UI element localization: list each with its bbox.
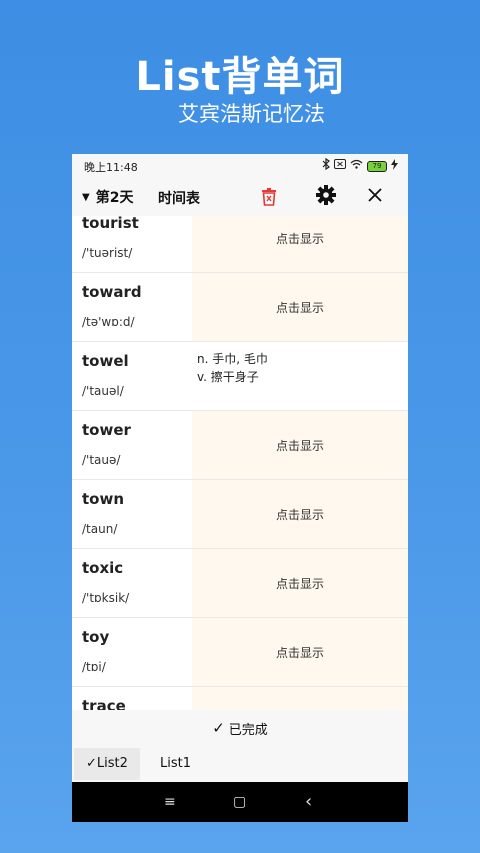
meaning-panel[interactable]: 点击显示 [192, 618, 408, 686]
done-label: 已完成 [228, 722, 268, 738]
word-text: toxic [82, 559, 124, 577]
meaning-panel[interactable]: 点击显示 [192, 687, 408, 710]
no-sim-icon [334, 159, 346, 173]
reveal-meaning-label: 点击显示 [275, 508, 324, 522]
phone-screen: 晚上11:48 79 ▼ 第2天 时间表 tourist /'tuərist/ … [72, 154, 408, 822]
reveal-meaning-label: 点击显示 [275, 577, 324, 591]
word-text: tower [82, 421, 131, 439]
word-row: trace 点击显示 [72, 687, 408, 710]
reveal-meaning-label: 点击显示 [275, 301, 324, 315]
bluetooth-icon [322, 157, 330, 174]
reveal-meaning-label: 点击显示 [275, 646, 324, 660]
check-icon: ✓ [86, 756, 97, 771]
tab-label: List1 [160, 756, 191, 771]
meaning-panel[interactable]: 点击显示 [192, 216, 408, 272]
wifi-icon [350, 159, 363, 173]
word-phonetic: /taun/ [82, 522, 118, 536]
word-row: tourist /'tuərist/点击显示 [72, 216, 408, 273]
trash-icon [262, 188, 276, 206]
charging-icon [391, 158, 398, 174]
gear-icon [316, 185, 336, 205]
list-title: 时间表 [158, 191, 200, 207]
word-row: tower /'tauə/点击显示 [72, 411, 408, 480]
tab-list1[interactable]: List1 [148, 748, 203, 780]
word-list-inner: tourist/'tuərist/点击显示 toward/tə'wɒ:d/点击显示… [72, 216, 408, 710]
menu-icon[interactable]: ≡ [164, 792, 176, 812]
back-icon[interactable]: ‹ [305, 792, 312, 812]
word-text: town [82, 490, 125, 508]
word-text: trace [82, 697, 126, 710]
meaning-line: n. 手巾, 毛巾 [197, 352, 268, 366]
settings-button[interactable] [316, 185, 338, 207]
day-label: 第2天 [95, 190, 134, 206]
word-row: town/taun/点击显示 [72, 480, 408, 549]
home-icon[interactable]: ▢ [233, 792, 246, 812]
reveal-meaning-label: 点击显示 [275, 439, 324, 453]
word-phonetic: /'tɒksik/ [82, 591, 130, 605]
word-phonetic: /tɒi/ [82, 660, 106, 674]
word-list[interactable]: tourist/'tuərist/点击显示 toward/tə'wɒ:d/点击显示… [72, 216, 408, 710]
day-dropdown[interactable]: ▼ 第2天 [82, 187, 133, 207]
word-text: toy [82, 628, 110, 646]
delete-button[interactable] [262, 186, 282, 208]
meaning-panel[interactable]: 点击显示 [192, 480, 408, 548]
status-icons: 79 [322, 157, 398, 174]
word-row: toxic /'tɒksik/点击显示 [72, 549, 408, 618]
word-phonetic: /'tuərist/ [82, 246, 133, 260]
word-row: toward/tə'wɒ:d/点击显示 [72, 273, 408, 342]
meaning-panel[interactable]: 点击显示 [192, 273, 408, 341]
promo-subtitle: 艾宾浩斯记忆法 [178, 102, 325, 126]
reveal-meaning-label: 点击显示 [275, 232, 324, 246]
word-phonetic: /'tauəl/ [82, 384, 124, 398]
close-icon [368, 188, 382, 202]
word-row: towel /'tauəl/n. 手巾, 毛巾 v. 擦干身子 [72, 342, 408, 411]
system-nav-bar: ≡ ▢ ‹ [72, 782, 408, 822]
word-text: towel [82, 352, 129, 370]
word-phonetic: /'tauə/ [82, 453, 121, 467]
meaning-panel[interactable]: 点击显示 [192, 411, 408, 479]
caret-down-icon: ▼ [82, 191, 90, 203]
app-bar: ▼ 第2天 时间表 [72, 178, 408, 216]
status-bar: 晚上11:48 79 [72, 154, 408, 178]
tab-label: List2 [96, 756, 128, 771]
meaning-panel[interactable]: 点击显示 [192, 549, 408, 617]
check-icon: ✓ [212, 719, 225, 737]
battery-icon: 79 [367, 160, 387, 172]
meaning-line: v. 擦干身子 [197, 370, 259, 384]
done-button[interactable]: ✓ 已完成 [72, 710, 408, 746]
meaning-panel[interactable]: n. 手巾, 毛巾 v. 擦干身子 [192, 342, 408, 410]
close-button[interactable] [368, 184, 382, 208]
tab-list2[interactable]: ✓List2 [74, 748, 140, 780]
promo-title: List背单词 [135, 54, 345, 100]
status-time: 晚上11:48 [84, 161, 138, 174]
meaning-text: n. 手巾, 毛巾 v. 擦干身子 [197, 350, 268, 386]
word-row: toy/tɒi/点击显示 [72, 618, 408, 687]
word-text: toward [82, 283, 142, 301]
list-tab-bar: ✓List2 List1 [72, 746, 408, 782]
word-text: tourist [82, 216, 139, 232]
word-phonetic: /tə'wɒ:d/ [82, 315, 135, 329]
